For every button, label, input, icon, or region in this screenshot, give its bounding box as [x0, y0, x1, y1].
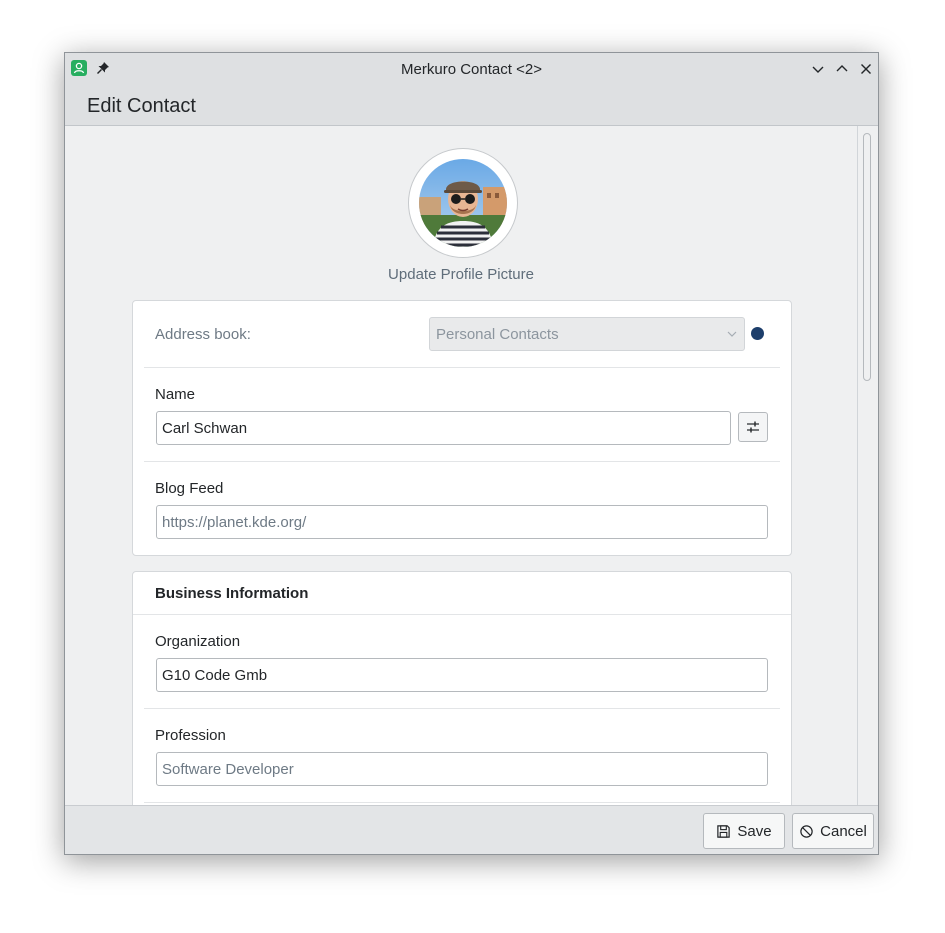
cancel-icon — [800, 824, 813, 838]
vertical-scrollbar[interactable] — [857, 126, 878, 805]
update-profile-picture-link[interactable]: Update Profile Picture — [65, 266, 857, 283]
general-info-card: Address book: Personal Contacts Name Car… — [132, 300, 792, 556]
profile-photo-icon — [419, 159, 507, 247]
window-title: Merkuro Contact <2> — [401, 61, 542, 78]
form-scroll-area[interactable]: Update Profile Picture Address book: Per… — [65, 126, 857, 805]
page-title: Edit Contact — [87, 95, 196, 117]
app-window: Merkuro Contact <2> Edit Contact Update … — [64, 52, 879, 855]
chevron-down-icon — [727, 331, 737, 337]
close-icon — [861, 64, 871, 74]
address-book-label: Address book: — [155, 326, 251, 343]
name-input[interactable]: Carl Schwan — [156, 411, 731, 445]
maximize-button[interactable] — [834, 61, 850, 77]
profession-label: Profession — [155, 727, 226, 744]
cancel-button-label: Cancel — [820, 822, 867, 840]
save-button-label: Save — [737, 822, 772, 840]
scrollbar-thumb[interactable] — [863, 133, 871, 381]
divider — [144, 461, 780, 462]
address-book-value: Personal Contacts — [436, 326, 559, 343]
blog-feed-input[interactable]: https://planet.kde.org/ — [156, 505, 768, 539]
minimize-button[interactable] — [810, 61, 826, 77]
chevron-up-icon — [836, 65, 848, 72]
address-book-combobox[interactable]: Personal Contacts — [429, 317, 745, 351]
divider — [144, 708, 780, 709]
section-title: Business Information — [155, 585, 309, 602]
save-icon — [717, 824, 731, 838]
cancel-button[interactable]: Cancel — [792, 813, 874, 849]
page-header: Edit Contact — [65, 85, 878, 126]
title-bar[interactable]: Merkuro Contact <2> — [65, 53, 878, 85]
chevron-down-icon — [812, 66, 824, 73]
divider — [133, 614, 791, 615]
name-details-button[interactable] — [738, 412, 768, 442]
avatar[interactable] — [419, 159, 507, 247]
organization-input[interactable]: G10 Code Gmb — [156, 658, 768, 692]
dialog-footer: Save Cancel — [65, 805, 878, 854]
save-button[interactable]: Save — [703, 813, 785, 849]
name-label: Name — [155, 386, 196, 403]
divider — [144, 802, 780, 803]
blog-feed-label: Blog Feed — [155, 480, 224, 497]
divider — [144, 367, 780, 368]
business-info-card: Business Information Organization G10 Co… — [132, 571, 792, 805]
adjust-sliders-icon — [747, 421, 759, 433]
address-book-color-indicator — [751, 327, 764, 340]
close-button[interactable] — [858, 61, 874, 77]
profession-input[interactable]: Software Developer — [156, 752, 768, 786]
organization-label: Organization — [155, 633, 241, 650]
